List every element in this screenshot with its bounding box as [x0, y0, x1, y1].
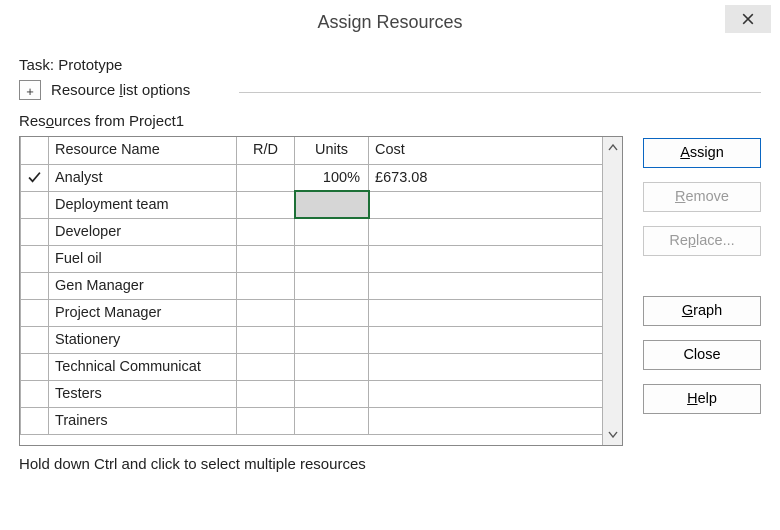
task-name: Prototype	[58, 57, 122, 74]
row-check[interactable]	[21, 326, 49, 353]
row-check[interactable]	[21, 191, 49, 218]
cell-units[interactable]	[295, 191, 369, 218]
cell-units[interactable]	[295, 218, 369, 245]
cell-units[interactable]	[295, 407, 369, 434]
assign-button[interactable]: Assign	[643, 138, 761, 168]
cell-cost[interactable]	[369, 380, 622, 407]
table-row[interactable]: Deployment team	[21, 191, 622, 218]
table-row[interactable]: Fuel oil	[21, 245, 622, 272]
resources-from-label: Resources from Project1	[19, 113, 761, 130]
task-line: Task: Prototype	[19, 57, 761, 74]
cell-units[interactable]	[295, 272, 369, 299]
col-rd[interactable]: R/D	[237, 137, 295, 164]
cell-resource-name[interactable]: Testers	[49, 380, 237, 407]
cell-rd[interactable]	[237, 380, 295, 407]
col-check[interactable]	[21, 137, 49, 164]
cell-resource-name[interactable]: Technical Communicat	[49, 353, 237, 380]
cell-cost[interactable]	[369, 272, 622, 299]
cell-rd[interactable]	[237, 245, 295, 272]
col-units[interactable]: Units	[295, 137, 369, 164]
cell-cost[interactable]	[369, 245, 622, 272]
row-check[interactable]	[21, 245, 49, 272]
title-bar: Assign Resources	[1, 1, 779, 43]
table-row[interactable]: Technical Communicat	[21, 353, 622, 380]
resource-list-options-row: + Resource list options	[19, 80, 761, 100]
hint-text: Hold down Ctrl and click to select multi…	[19, 456, 761, 473]
table-row[interactable]: Trainers	[21, 407, 622, 434]
resources-grid[interactable]: Resource Name R/D Units Cost Analyst 100%…	[19, 136, 623, 446]
scroll-up-icon[interactable]	[603, 137, 622, 159]
assign-resources-dialog: Assign Resources Task: Prototype + Resou…	[0, 0, 780, 530]
cell-cost[interactable]: £673.08	[369, 164, 622, 191]
cell-rd[interactable]	[237, 299, 295, 326]
cell-cost[interactable]	[369, 218, 622, 245]
cell-cost[interactable]	[369, 353, 622, 380]
row-check[interactable]	[21, 218, 49, 245]
cell-rd[interactable]	[237, 272, 295, 299]
close-icon[interactable]	[725, 5, 771, 33]
cell-cost[interactable]	[369, 326, 622, 353]
row-check[interactable]	[21, 380, 49, 407]
dialog-title: Assign Resources	[317, 12, 462, 33]
cell-resource-name[interactable]: Deployment team	[49, 191, 237, 218]
graph-button[interactable]: Graph	[643, 296, 761, 326]
cell-resource-name[interactable]: Stationery	[49, 326, 237, 353]
row-check[interactable]	[21, 353, 49, 380]
col-cost[interactable]: Cost	[369, 137, 622, 164]
col-resource-name[interactable]: Resource Name	[49, 137, 237, 164]
help-button[interactable]: Help	[643, 384, 761, 414]
cell-units[interactable]	[295, 326, 369, 353]
cell-units[interactable]: 100%	[295, 164, 369, 191]
resources-table: Resource Name R/D Units Cost Analyst 100%…	[20, 137, 622, 435]
cell-rd[interactable]	[237, 326, 295, 353]
cell-rd[interactable]	[237, 218, 295, 245]
cell-rd[interactable]	[237, 164, 295, 191]
checkmark-icon	[27, 171, 42, 184]
cell-units[interactable]	[295, 380, 369, 407]
row-check[interactable]	[21, 299, 49, 326]
row-check[interactable]	[21, 164, 49, 191]
cell-cost[interactable]	[369, 407, 622, 434]
replace-button: Replace...	[643, 226, 761, 256]
cell-cost[interactable]	[369, 191, 622, 218]
table-row[interactable]: Testers	[21, 380, 622, 407]
cell-resource-name[interactable]: Project Manager	[49, 299, 237, 326]
button-column: Assign Remove Replace... Graph Close Hel…	[643, 136, 761, 446]
dialog-body: Task: Prototype + Resource list options …	[19, 57, 761, 515]
divider	[239, 92, 761, 93]
cell-resource-name[interactable]: Fuel oil	[49, 245, 237, 272]
cell-rd[interactable]	[237, 191, 295, 218]
row-check[interactable]	[21, 272, 49, 299]
cell-resource-name[interactable]: Gen Manager	[49, 272, 237, 299]
cell-rd[interactable]	[237, 407, 295, 434]
scroll-down-icon[interactable]	[603, 423, 622, 445]
cell-units[interactable]	[295, 245, 369, 272]
table-row[interactable]: Gen Manager	[21, 272, 622, 299]
cell-resource-name[interactable]: Analyst	[49, 164, 237, 191]
vertical-scrollbar[interactable]	[602, 137, 622, 445]
table-row[interactable]: Developer	[21, 218, 622, 245]
cell-units[interactable]	[295, 353, 369, 380]
remove-button: Remove	[643, 182, 761, 212]
cell-resource-name[interactable]: Developer	[49, 218, 237, 245]
main-row: Resource Name R/D Units Cost Analyst 100%…	[19, 136, 761, 446]
table-header-row: Resource Name R/D Units Cost	[21, 137, 622, 164]
row-check[interactable]	[21, 407, 49, 434]
expand-options-button[interactable]: +	[19, 80, 41, 100]
cell-resource-name[interactable]: Trainers	[49, 407, 237, 434]
cell-rd[interactable]	[237, 353, 295, 380]
cell-units[interactable]	[295, 299, 369, 326]
resource-list-options-label: Resource list options	[51, 82, 190, 99]
table-row[interactable]: Analyst 100%£673.08	[21, 164, 622, 191]
table-row[interactable]: Project Manager	[21, 299, 622, 326]
close-button[interactable]: Close	[643, 340, 761, 370]
task-label: Task:	[19, 57, 54, 74]
table-row[interactable]: Stationery	[21, 326, 622, 353]
cell-cost[interactable]	[369, 299, 622, 326]
